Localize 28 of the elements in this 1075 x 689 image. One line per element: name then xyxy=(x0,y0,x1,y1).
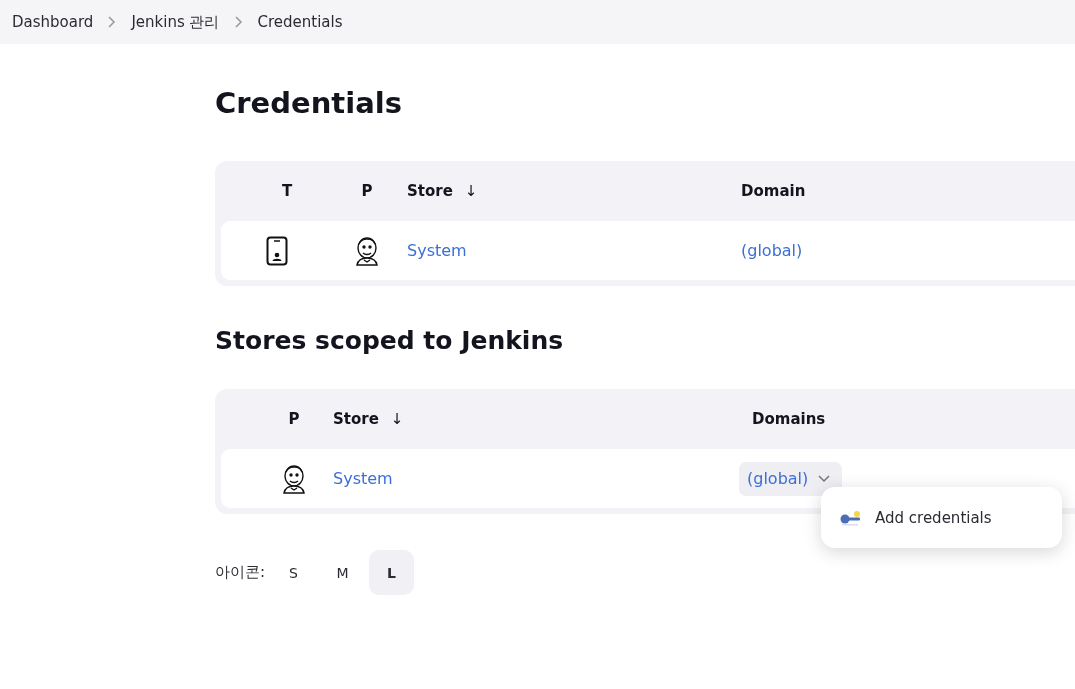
column-header: P xyxy=(361,182,373,200)
icon-size-option[interactable]: S xyxy=(271,550,317,595)
breadcrumb-link[interactable]: Dashboard xyxy=(12,13,94,31)
column-header: P xyxy=(288,410,300,428)
menu-item[interactable]: Add credentials xyxy=(839,508,1044,527)
column-header[interactable]: Store xyxy=(333,410,379,428)
chevron-down-icon xyxy=(818,474,831,483)
column-header: Domains xyxy=(752,410,826,428)
breadcrumb-link[interactable]: Credentials xyxy=(257,13,343,31)
domain-link[interactable]: (global) xyxy=(741,241,803,260)
column-header: Domain xyxy=(741,182,806,200)
breadcrumb-link[interactable]: Jenkins 관리 xyxy=(131,12,220,32)
sort-arrow[interactable]: ↓ xyxy=(464,182,478,200)
chevron-right-icon xyxy=(233,15,244,29)
store-link[interactable]: System xyxy=(333,469,393,488)
icon-size-option[interactable]: L xyxy=(369,550,415,595)
page-title: Credentials xyxy=(215,85,403,122)
key-icon xyxy=(839,509,863,526)
chevron-right-icon xyxy=(107,15,118,29)
id-card-icon xyxy=(266,235,288,266)
domain-dropdown[interactable]: (global) xyxy=(739,461,843,496)
icon-size-option[interactable]: M xyxy=(320,550,366,595)
icon-size-label: 아이콘: xyxy=(215,563,266,582)
sort-arrow[interactable]: ↓ xyxy=(390,410,404,428)
column-header: T xyxy=(281,182,293,200)
store-link[interactable]: System xyxy=(407,241,467,260)
column-header[interactable]: Store xyxy=(407,182,453,200)
section-title: Stores scoped to Jenkins xyxy=(215,325,565,357)
